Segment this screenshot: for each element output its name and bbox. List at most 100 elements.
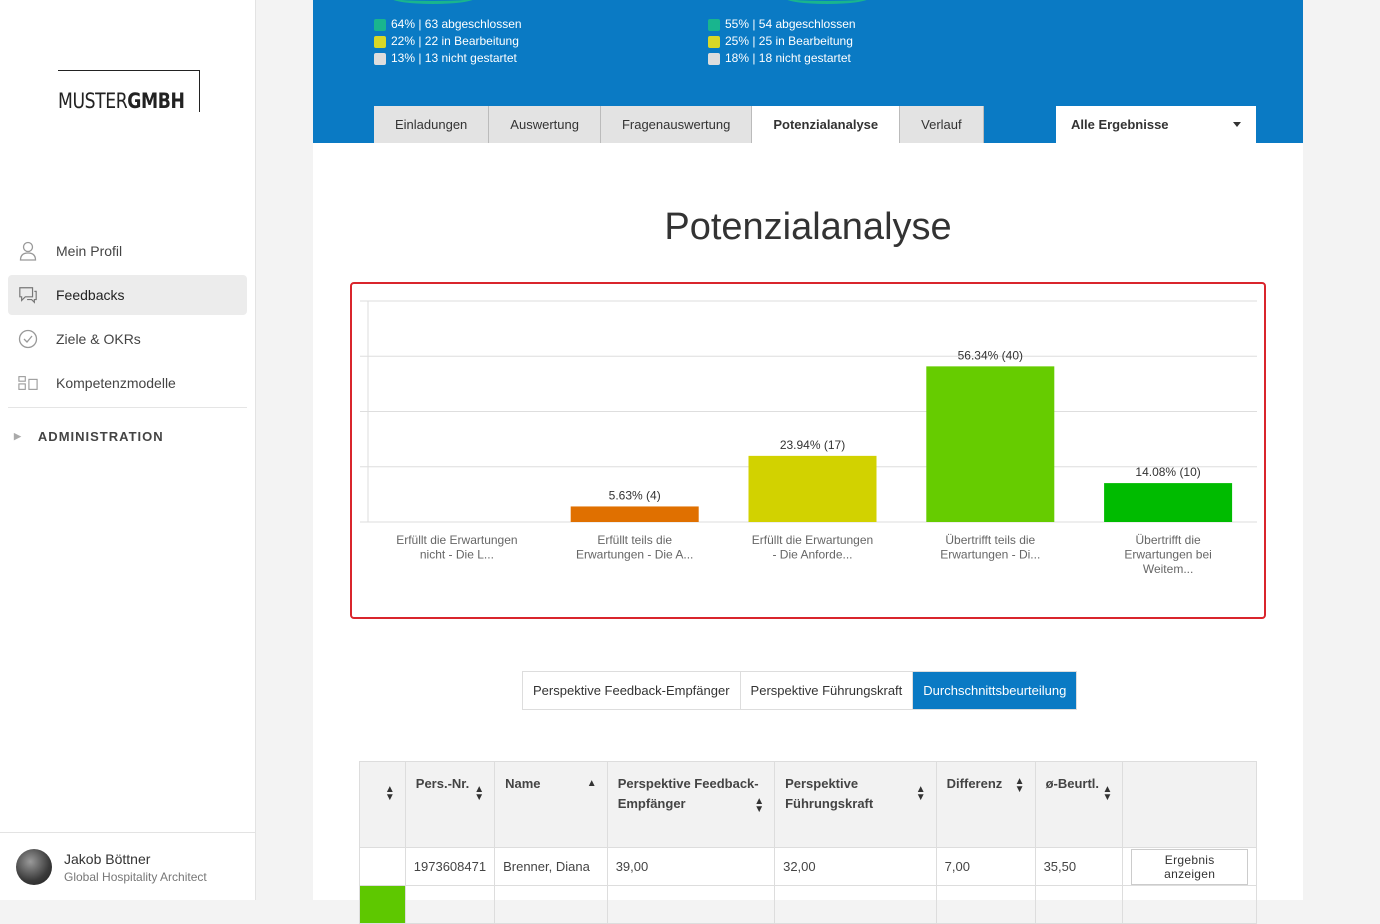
sort-icon[interactable]: ▲ ▼ — [754, 797, 764, 815]
perspective-average-button[interactable]: Durchschnittsbeurteilung — [913, 672, 1077, 709]
x-tick-label: nicht - Die L... — [420, 548, 494, 562]
model-icon — [18, 373, 38, 393]
perspective-manager-button[interactable]: Perspektive Führungskraft — [740, 672, 914, 709]
col-header-recipient[interactable]: Perspektive Feedback-Empfänger ▲ ▼ — [606, 761, 776, 848]
x-tick-label: Weitem... — [1143, 562, 1193, 576]
x-tick-label: Erwartungen bei — [1124, 548, 1211, 562]
data-label: 5.63% (4) — [609, 488, 661, 502]
cell-nr — [404, 885, 496, 924]
stat-text: 25% | 25 in Bearbeitung — [725, 34, 853, 48]
col-header-difference[interactable]: Differenz ▲ ▼ — [935, 761, 1036, 848]
nav-label: Mein Profil — [56, 243, 123, 259]
page-header: 64% | 63 abgeschlossen 22% | 22 in Bearb… — [313, 0, 1303, 143]
tab-question-evaluation[interactable]: Fragenauswertung — [600, 106, 753, 143]
expand-arrow-icon: ▶ — [14, 430, 22, 441]
nav-item-goals[interactable]: Ziele & OKRs — [8, 319, 247, 359]
perspective-toggle: Perspektive Feedback-Empfänger Perspekti… — [522, 671, 1078, 710]
nav-item-administration[interactable]: ▶ ADMINISTRATION — [8, 418, 247, 454]
cell-difference — [935, 885, 1036, 924]
sidebar: MUSTERGMBH Mein Profil Feedbacks Ziele &… — [0, 0, 256, 900]
legend-square — [374, 35, 386, 48]
cell-average — [1034, 885, 1124, 924]
data-label: 23.94% (17) — [780, 438, 845, 452]
tab-invitations[interactable]: Einladungen — [374, 106, 490, 143]
sort-icon[interactable]: ▲ ▼ — [385, 785, 395, 803]
perspective-recipient-button[interactable]: Perspektive Feedback-Empfänger — [523, 672, 741, 709]
legend-square — [708, 35, 720, 48]
col-header-nr[interactable]: Pers.-Nr. ▲ ▼ — [404, 761, 496, 848]
x-tick-label: Erwartungen - Di... — [940, 548, 1040, 562]
chevron-down-icon — [1233, 122, 1241, 127]
nav-item-feedbacks[interactable]: Feedbacks — [8, 275, 247, 315]
check-circle-icon — [18, 329, 38, 349]
user-name: Jakob Böttner — [64, 851, 151, 867]
stat-text: 64% | 63 abgeschlossen — [391, 17, 522, 31]
stats-left: 64% | 63 abgeschlossen 22% | 22 in Bearb… — [374, 16, 522, 67]
page-title: Potenzialanalyse — [664, 206, 952, 248]
col-header-manager[interactable]: Perspektive Führungskraft ▲ ▼ — [774, 761, 937, 848]
show-result-button[interactable]: Ergebnis anzeigen — [1131, 848, 1248, 885]
x-tick-label: - Die Anforde... — [772, 548, 852, 562]
tab-potential-analysis[interactable]: Potenzialanalyse — [752, 106, 901, 143]
col-header-average[interactable]: ø-Beurtl. ▲ ▼ — [1034, 761, 1124, 848]
nav-item-profile[interactable]: Mein Profil — [8, 231, 247, 271]
data-label: 56.34% (40) — [958, 348, 1023, 362]
table-row[interactable] — [359, 885, 1257, 924]
sort-icon[interactable]: ▲ ▼ — [916, 785, 926, 803]
table-row[interactable]: 1973608471 Brenner, Diana 39,00 32,00 7,… — [359, 847, 1257, 886]
donut-chart-right — [785, 0, 869, 4]
x-tick-label: Erfüllt die Erwartungen — [396, 533, 517, 547]
tab-evaluation[interactable]: Auswertung — [489, 106, 601, 143]
sort-icon[interactable]: ▲ ▼ — [474, 785, 484, 803]
x-tick-label: Übertrifft die — [1136, 533, 1201, 547]
select-value: Alle Ergebnisse — [1071, 117, 1169, 132]
cell-manager — [774, 885, 937, 924]
cell-actions: Ergebnis anzeigen — [1122, 847, 1257, 886]
stats-right: 55% | 54 abgeschlossen 25% | 25 in Bearb… — [708, 16, 856, 67]
avatar — [16, 849, 52, 885]
color-cell — [359, 885, 406, 924]
potential-chart: Erfüllt die Erwartungen nicht - Die L... 5… — [350, 282, 1266, 619]
cell-difference: 7,00 — [935, 847, 1036, 886]
tab-bar: Einladungen Auswertung Fragenauswertung … — [374, 106, 984, 143]
col-header-name[interactable]: Name ▲ — [494, 761, 608, 848]
sort-asc-icon[interactable]: ▲ — [587, 779, 597, 789]
main-nav: Mein Profil Feedbacks Ziele & OKRs Kompe… — [8, 231, 247, 454]
color-cell — [359, 847, 406, 886]
cell-recipient: 39,00 — [606, 847, 776, 886]
legend-square — [374, 18, 386, 31]
cell-name — [494, 885, 608, 924]
stat-text: 22% | 22 in Bearbeitung — [391, 34, 519, 48]
tab-history[interactable]: Verlauf — [900, 106, 984, 143]
user-icon — [18, 241, 38, 261]
nav-divider — [8, 407, 247, 408]
col-header-color[interactable]: ▲ ▼ — [359, 761, 406, 848]
company-logo[interactable]: MUSTERGMBH — [58, 70, 200, 113]
user-profile[interactable]: Jakob Böttner Global Hospitality Archite… — [0, 832, 255, 900]
bar — [926, 366, 1055, 522]
results-filter-select[interactable]: Alle Ergebnisse — [1056, 106, 1256, 143]
sort-icon[interactable]: ▲ ▼ — [1102, 785, 1112, 803]
nav-label: Feedbacks — [56, 287, 125, 303]
admin-label: ADMINISTRATION — [37, 428, 164, 444]
bar — [748, 455, 877, 522]
x-tick-label: Übertrifft teils die — [945, 533, 1035, 547]
bar-chart-svg: Erfüllt die Erwartungennicht - Die L...5… — [360, 300, 1257, 576]
chat-icon — [18, 285, 38, 305]
cell-recipient — [606, 885, 776, 924]
cell-nr: 1973608471 — [404, 847, 496, 886]
nav-item-models[interactable]: Kompetenzmodelle — [8, 363, 247, 403]
cell-average: 35,50 — [1034, 847, 1124, 886]
main-content: 64% | 63 abgeschlossen 22% | 22 in Bearb… — [313, 0, 1303, 924]
stat-text: 55% | 54 abgeschlossen — [725, 17, 856, 31]
legend-square — [708, 52, 720, 65]
cell-name: Brenner, Diana — [494, 847, 608, 886]
data-label: 14.08% (10) — [1135, 465, 1200, 479]
cell-manager: 32,00 — [774, 847, 937, 886]
sort-icon[interactable]: ▲ ▼ — [1015, 777, 1025, 795]
legend-square — [374, 52, 386, 65]
user-role: Global Hospitality Architect — [64, 870, 207, 884]
x-tick-label: Erfüllt die Erwartungen — [752, 533, 873, 547]
cell-actions — [1122, 885, 1257, 924]
nav-label: Kompetenzmodelle — [56, 375, 176, 391]
